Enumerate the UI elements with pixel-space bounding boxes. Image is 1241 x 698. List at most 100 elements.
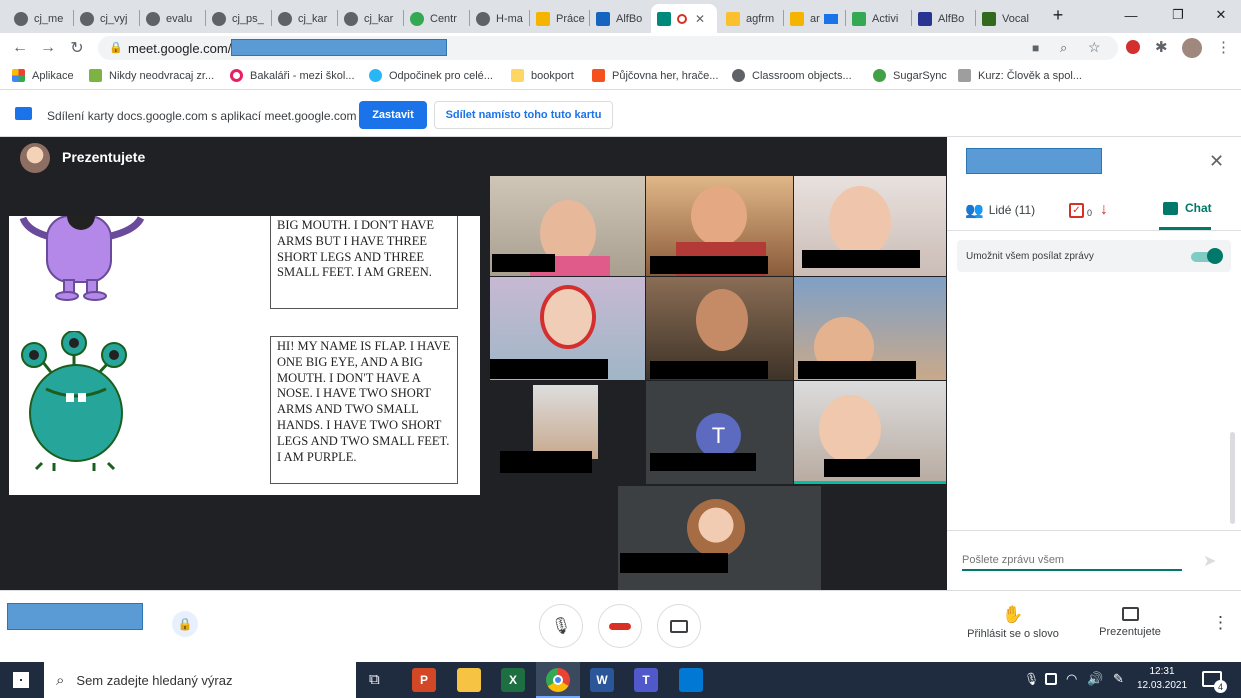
photos-icon[interactable] [679, 668, 703, 692]
browser-tab[interactable]: cj_me [8, 4, 72, 33]
participant-tile[interactable] [646, 277, 793, 380]
puzzle-icon[interactable]: ✱ [1155, 38, 1168, 56]
browser-tab[interactable]: cj_vyj [74, 4, 138, 33]
participant-tile[interactable] [794, 176, 946, 276]
drive-icon [852, 11, 866, 26]
scrollbar[interactable] [1230, 432, 1235, 524]
browser-tab[interactable]: ar [784, 4, 844, 33]
camera-button[interactable] [657, 604, 701, 648]
allow-messages-row: Umožnit všem posílat zprávy [957, 240, 1231, 272]
excel-icon[interactable]: X [501, 668, 525, 692]
end-call-button[interactable] [598, 604, 642, 648]
participant-tile[interactable] [490, 176, 645, 276]
presenter-avatar [20, 143, 50, 173]
url-redaction [231, 39, 447, 56]
alfbook-icon [596, 11, 610, 26]
browser-tab[interactable]: cj_kar [272, 4, 336, 33]
participant-tile[interactable]: T [646, 381, 793, 484]
microphone-tray-icon[interactable]: 🎙 [1024, 672, 1039, 686]
word-icon[interactable]: W [590, 668, 614, 692]
close-panel-icon[interactable]: ✕ [1209, 151, 1224, 172]
microphone-button[interactable]: 🎙 [539, 604, 583, 648]
bookmark-item[interactable]: Bakaláři - mezi škol... [230, 69, 355, 82]
bookmark-apps[interactable]: Aplikace [12, 69, 74, 82]
minimize-icon[interactable]: — [1108, 4, 1154, 26]
browser-tab[interactable]: Práce [530, 4, 588, 33]
browser-tab[interactable]: cj_kar [338, 4, 402, 33]
tab-people[interactable]: 👥 Lidé (11) [965, 201, 1035, 219]
reload-icon[interactable]: ↻ [67, 38, 87, 58]
globe-icon [14, 11, 28, 26]
bookmark-item[interactable]: bookport [511, 69, 574, 82]
bookmark-item[interactable]: Classroom objects... [732, 69, 852, 82]
restore-icon[interactable]: ❐ [1155, 4, 1201, 26]
bookmark-item[interactable]: Půjčovna her, hrače... [592, 69, 718, 82]
zoom-icon[interactable]: ⌕ [1060, 40, 1067, 56]
stop-sharing-button[interactable]: Zastavit [359, 101, 427, 129]
present-button[interactable]: Prezentujete [1090, 605, 1170, 638]
close-window-icon[interactable]: ✕ [1198, 4, 1241, 26]
name-redaction [500, 451, 592, 473]
new-tab-button[interactable]: + [1036, 4, 1080, 26]
green-monster-image [21, 331, 127, 471]
bookmark-star-icon[interactable]: ☆ [1088, 39, 1101, 56]
taskbar-clock[interactable]: 12:31 12.03.2021 [1133, 665, 1191, 693]
notifications-icon[interactable]: 4 [1202, 671, 1227, 693]
extension-icon[interactable] [1126, 40, 1140, 54]
powerpoint-icon[interactable]: P [412, 668, 436, 692]
avatar[interactable] [1182, 38, 1202, 58]
pen-icon[interactable]: ✎ [1113, 671, 1124, 687]
participant-tile[interactable] [618, 486, 821, 590]
send-icon[interactable]: ➤ [1203, 551, 1216, 571]
globe-icon [80, 11, 94, 26]
chat-message-input[interactable] [962, 551, 1182, 571]
participant-tile[interactable] [794, 277, 946, 380]
name-redaction [490, 359, 608, 379]
forward-icon[interactable]: → [38, 38, 58, 58]
screen-share-icon [823, 13, 838, 24]
browser-tab[interactable]: Vocal [976, 4, 1038, 33]
teams-icon[interactable]: T [634, 668, 658, 692]
bookmark-item[interactable]: Nikdy neodvracaj zr... [89, 69, 214, 82]
tab-chat[interactable]: Chat [1163, 201, 1212, 215]
meeting-name-redaction [966, 148, 1102, 174]
task-view-icon[interactable]: ⧉ [369, 671, 380, 688]
globe-icon [146, 11, 160, 26]
chrome-taskbar-button[interactable] [536, 662, 580, 698]
wifi-icon[interactable]: ◠ [1066, 671, 1077, 687]
share-this-tab-button[interactable]: Sdílet namísto toho tuto kartu [434, 101, 613, 129]
taskbar-search-box[interactable]: ⌕ Sem zadejte hledaný výraz [44, 662, 356, 698]
bookmark-item[interactable]: Kurz: Člověk a spol... [958, 69, 1082, 82]
address-bar[interactable]: 🔒 meet.google.com/ ■ ⌕ ☆ [98, 36, 1118, 60]
participant-tile-speaking[interactable] [794, 381, 946, 484]
browser-tab[interactable]: AlfBo [590, 4, 650, 33]
browser-tab[interactable]: evalu [140, 4, 204, 33]
participant-tile[interactable] [490, 381, 645, 484]
browser-tab-active-meet[interactable]: ✕ [651, 4, 717, 33]
battery-icon[interactable] [1045, 673, 1057, 685]
camera-icon[interactable]: ■ [1032, 41, 1039, 55]
browser-tab[interactable]: H-ma [470, 4, 528, 33]
participant-tile[interactable] [646, 176, 793, 276]
back-icon[interactable]: ← [10, 38, 30, 58]
browser-tab[interactable]: AlfBo [912, 4, 974, 33]
browser-tab[interactable]: Activi [846, 4, 910, 33]
volume-icon[interactable]: 🔊 [1087, 671, 1103, 687]
file-explorer-icon[interactable] [457, 668, 481, 692]
bookmark-item[interactable]: Odpočinek pro celé... [369, 69, 493, 82]
bookmark-item[interactable]: SugarSync [873, 69, 947, 82]
more-options-icon[interactable]: ⋮ [1212, 613, 1229, 633]
tab-close-icon[interactable]: ✕ [695, 12, 705, 26]
menu-kebab-icon[interactable]: ⋮ [1216, 38, 1231, 56]
tab-tasks[interactable]: ✓ 0 ↓ [1069, 201, 1108, 219]
bookmarks-bar: Aplikace Nikdy neodvracaj zr... Bakaláři… [0, 63, 1241, 90]
raise-hand-button[interactable]: ✋ Přihlásit se o slovo [963, 605, 1063, 640]
windows-start-icon[interactable] [13, 672, 29, 688]
participant-tile[interactable] [490, 277, 645, 380]
slide-text-box: HI! MY NAME IS FLAP. I HAVE ONE BIG EYE,… [270, 336, 458, 484]
browser-tab[interactable]: cj_ps_ [206, 4, 270, 33]
browser-tab[interactable]: agfrm [720, 4, 782, 33]
browser-tab[interactable]: Centr [404, 4, 468, 33]
meet-icon [657, 11, 671, 26]
shield-lock-icon[interactable]: 🔒 [172, 611, 198, 637]
